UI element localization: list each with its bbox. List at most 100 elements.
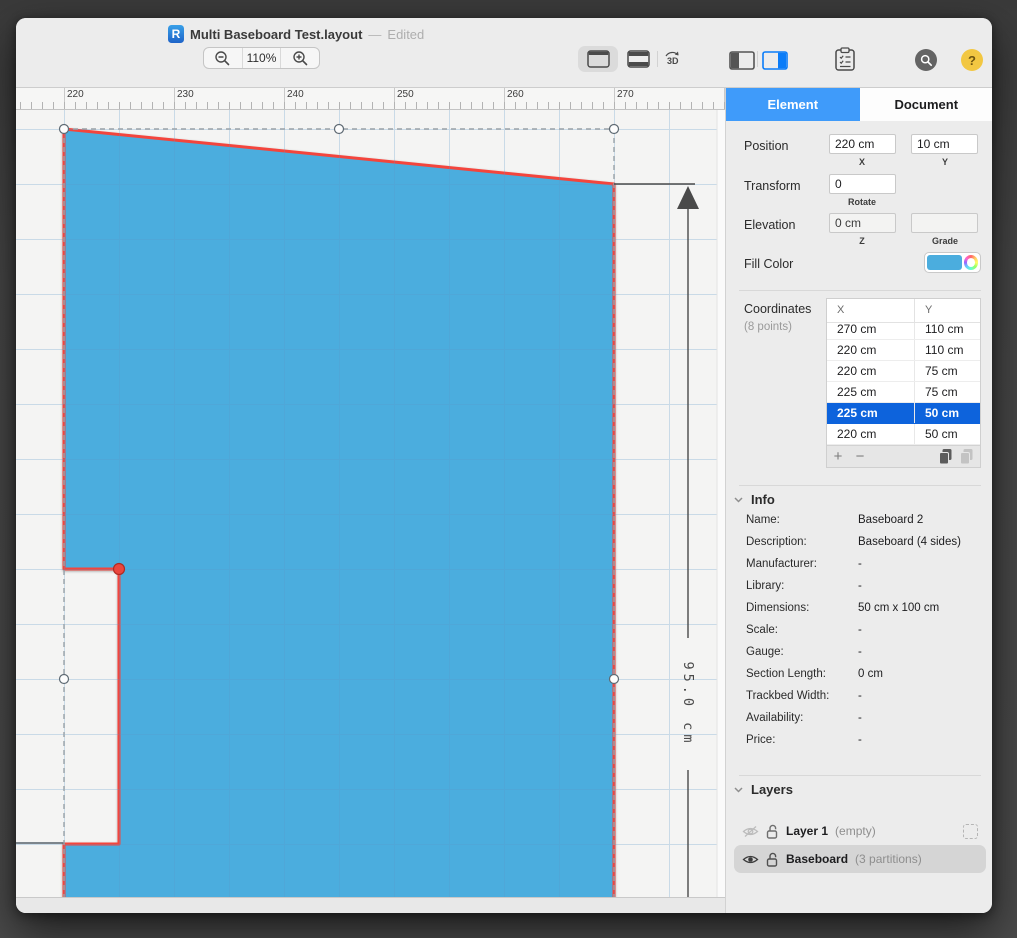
layer-name: Baseboard — [786, 852, 848, 866]
handle-middle-right[interactable] — [610, 675, 619, 684]
lock-open-icon[interactable] — [766, 824, 779, 839]
toolbar-divider — [757, 51, 758, 67]
layers-section-header[interactable]: Layers — [734, 782, 793, 797]
coordinates-table-footer: + − — [827, 445, 980, 467]
copy-points-icon[interactable] — [938, 448, 953, 465]
canvas-scrollbar[interactable] — [717, 110, 725, 897]
question-mark-icon: ? — [961, 49, 983, 71]
toggle-left-sidebar-button[interactable] — [728, 50, 755, 70]
coordinate-cell[interactable]: 75 cm — [915, 361, 958, 381]
coordinates-table-header: X Y — [827, 299, 980, 323]
paste-points-icon[interactable] — [959, 448, 974, 465]
info-section-header[interactable]: Info — [734, 492, 775, 507]
info-rows: Name:Baseboard 2Description:Baseboard (4… — [746, 514, 976, 746]
zoom-out-button[interactable] — [204, 48, 242, 68]
coordinate-row[interactable]: 225 cm75 cm — [827, 382, 980, 403]
coordinate-cell[interactable]: 50 cm — [915, 403, 959, 423]
position-x-field[interactable]: 220 cm — [829, 134, 896, 154]
eye-hidden-icon[interactable] — [742, 825, 759, 838]
canvas-grid — [16, 110, 725, 897]
section-divider — [739, 485, 981, 486]
section-divider — [739, 290, 981, 291]
layer-frame-icon[interactable] — [963, 824, 978, 839]
titlebar: R Multi Baseboard Test.layout — Edited — [168, 24, 424, 44]
coordinate-row[interactable]: 220 cm50 cm — [827, 424, 980, 445]
search-icon — [915, 49, 937, 71]
coordinates-table-body[interactable]: 270 cm110 cm220 cm110 cm220 cm75 cm225 c… — [827, 323, 980, 445]
elevation-z-field[interactable]: 0 cm — [829, 213, 896, 233]
coordinate-cell[interactable]: 220 cm — [827, 361, 915, 381]
info-row: Gauge:- — [746, 646, 976, 658]
handle-middle-left[interactable] — [60, 675, 69, 684]
toggle-right-sidebar-button[interactable] — [761, 50, 788, 70]
layout-split-view-button[interactable] — [626, 50, 650, 68]
ruler: 220230240250260270 — [16, 88, 725, 110]
coordinate-row[interactable]: 220 cm75 cm — [827, 361, 980, 382]
z-axis-label: Z — [859, 236, 865, 246]
eye-visible-icon[interactable] — [742, 853, 759, 866]
tab-element[interactable]: Element — [726, 88, 860, 121]
dimension-label: 95.0 cm — [680, 662, 696, 747]
lock-open-icon[interactable] — [766, 852, 779, 867]
coordinate-cell[interactable]: 225 cm — [827, 403, 915, 423]
app-icon: R — [168, 25, 184, 43]
coordinate-cell[interactable]: 50 cm — [915, 424, 958, 444]
handle-top-left[interactable] — [60, 125, 69, 134]
parts-button[interactable] — [833, 46, 857, 72]
chevron-down-icon — [734, 787, 743, 793]
layer-row-layer1[interactable]: Layer 1 (empty) — [734, 817, 986, 845]
layer-row-baseboard[interactable]: Baseboard (3 partitions) — [734, 845, 986, 873]
remove-point-button[interactable]: − — [849, 449, 871, 464]
x-axis-label: X — [859, 157, 865, 167]
layout-single-view-button[interactable] — [586, 50, 610, 68]
coordinate-cell[interactable]: 75 cm — [915, 382, 958, 402]
info-row: Name:Baseboard 2 — [746, 514, 976, 526]
handle-top-middle[interactable] — [335, 125, 344, 134]
parts-clipboard-icon — [834, 47, 856, 72]
grade-label: Grade — [932, 236, 958, 246]
three-d-view-button[interactable]: 3D — [661, 48, 683, 70]
info-row: Price:- — [746, 734, 976, 746]
layout-canvas[interactable]: 220230240250260270 — [16, 88, 725, 913]
coordinate-cell[interactable]: 225 cm — [827, 382, 915, 402]
ruler-tick-label: 230 — [177, 89, 194, 100]
drawing-area[interactable]: 95.0 cm — [16, 110, 725, 897]
coordinate-cell[interactable]: 110 cm — [915, 340, 963, 360]
coordinate-row[interactable]: 225 cm50 cm — [827, 403, 980, 424]
selected-vertex-handle[interactable] — [114, 564, 125, 575]
fill-color-well[interactable] — [924, 252, 981, 273]
horizontal-scrollbar-track[interactable] — [16, 897, 725, 913]
coordinate-cell[interactable]: 220 cm — [827, 340, 915, 360]
position-y-field[interactable]: 10 cm — [911, 134, 978, 154]
layer-note: (empty) — [835, 824, 876, 838]
tips-button[interactable]: ? — [961, 49, 983, 71]
search-button[interactable] — [915, 49, 937, 71]
zoom-level[interactable]: 110% — [242, 48, 281, 68]
add-point-button[interactable]: + — [827, 449, 849, 464]
three-d-icon: 3D — [661, 48, 683, 70]
coordinate-cell[interactable]: 110 cm — [915, 323, 963, 339]
rotate-field[interactable]: 0 — [829, 174, 896, 194]
column-header-y[interactable]: Y — [915, 299, 932, 322]
coordinate-cell[interactable]: 220 cm — [827, 424, 915, 444]
rotate-label: Rotate — [848, 197, 876, 207]
right-sidebar-icon — [762, 51, 788, 70]
fill-color-label: Fill Color — [744, 257, 793, 271]
coordinate-row[interactable]: 270 cm110 cm — [827, 323, 980, 340]
coordinate-row[interactable]: 220 cm110 cm — [827, 340, 980, 361]
ruler-tick-label: 240 — [287, 89, 304, 100]
position-label: Position — [744, 139, 788, 153]
tab-document[interactable]: Document — [860, 88, 993, 121]
app-window: R Multi Baseboard Test.layout — Edited 1… — [16, 18, 992, 913]
coordinate-cell[interactable]: 270 cm — [827, 323, 915, 339]
transform-label: Transform — [744, 179, 801, 193]
info-row: Manufacturer:- — [746, 558, 976, 570]
zoom-in-button[interactable] — [280, 48, 319, 68]
grade-field[interactable] — [911, 213, 978, 233]
ruler-tick-label: 270 — [617, 89, 634, 100]
column-header-x[interactable]: X — [827, 299, 915, 322]
handle-top-right[interactable] — [610, 125, 619, 134]
title-separator: — — [368, 27, 381, 42]
info-row: Section Length:0 cm — [746, 668, 976, 680]
info-row: Trackbed Width:- — [746, 690, 976, 702]
